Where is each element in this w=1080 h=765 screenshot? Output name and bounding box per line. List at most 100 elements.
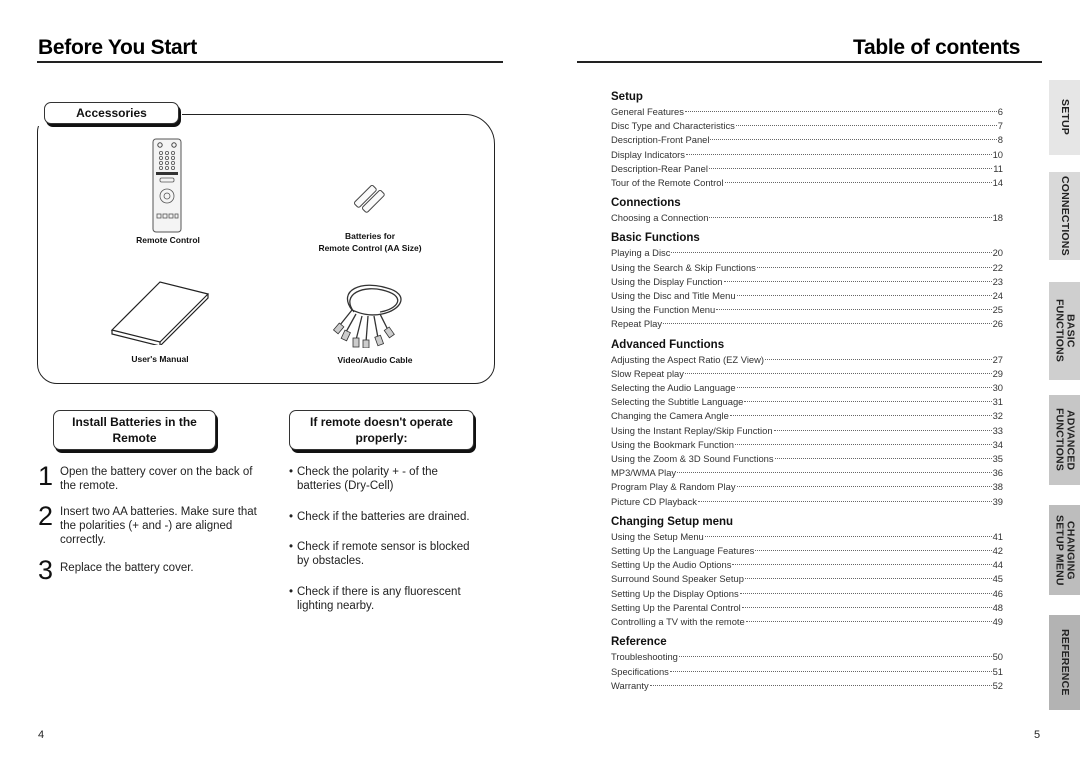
toc-entry[interactable]: Playing a Disc 20 xyxy=(611,246,1003,260)
dot-leader xyxy=(716,309,992,311)
toc-entry-title: Controlling a TV with the remote xyxy=(611,616,745,628)
toc-entry-title: Using the Disc and Title Menu xyxy=(611,290,736,302)
toc-entry[interactable]: Controlling a TV with the remote 49 xyxy=(611,615,1003,629)
toc-entry-page: 22 xyxy=(992,261,1003,273)
toc-entry[interactable]: Using the Search & Skip Functions 22 xyxy=(611,261,1003,275)
toc-section-title: Changing Setup menu xyxy=(611,515,734,528)
toc-entry-title: Description-Front Panel xyxy=(611,134,710,146)
batteries-label-line2: Remote Control (AA Size) xyxy=(318,243,422,253)
toc-entry-page: 35 xyxy=(992,453,1003,465)
dot-leader xyxy=(734,443,992,445)
toc-entry-title: Display Indicators xyxy=(611,148,685,160)
toc-entry-title: Setting Up the Language Features xyxy=(611,545,755,557)
toc-entry[interactable]: Display Indicators 10 xyxy=(611,148,1003,162)
toc-entry[interactable]: Using the Display Function 23 xyxy=(611,275,1003,289)
toc-entry-page: 24 xyxy=(992,290,1003,302)
toc-entry[interactable]: Using the Zoom & 3D Sound Functions 35 xyxy=(611,452,1003,466)
toc-entry[interactable]: Adjusting the Aspect Ratio (EZ View) 27 xyxy=(611,353,1003,367)
bullet-line: Check if the batteries are drained. xyxy=(297,511,470,523)
batteries-icon xyxy=(350,183,390,220)
step-number: 1 xyxy=(38,461,54,491)
step-line: correctly. xyxy=(60,534,106,546)
page-title-right: Table of contents xyxy=(853,36,1021,59)
toc-entry-title: Setting Up the Parental Control xyxy=(611,601,741,613)
toc-entry-page: 41 xyxy=(992,530,1003,542)
dot-leader xyxy=(684,111,997,112)
dot-leader xyxy=(669,670,992,672)
toc-entry[interactable]: Slow Repeat play 29 xyxy=(611,367,1003,381)
toc-entry-page: 26 xyxy=(992,318,1003,330)
bullet-line: Check if remote sensor is blocked xyxy=(297,541,470,553)
toc-entry[interactable]: MP3/WMA Play 36 xyxy=(611,466,1003,480)
toc-entry[interactable]: Using the Function Menu 25 xyxy=(611,303,1003,317)
toc-entry[interactable]: Selecting the Audio Language 30 xyxy=(611,381,1003,395)
toc-entry[interactable]: Using the Instant Replay/Skip Function 33 xyxy=(611,424,1003,438)
toc-section: Basic Functions Playing a Disc 20 Using the… xyxy=(611,231,1003,331)
toc-entry[interactable]: Setting Up the Parental Control 48 xyxy=(611,601,1003,615)
toc-entry-title: Using the Bookmark Function xyxy=(611,438,734,450)
toc-entry-title: Surround Sound Speaker Setup xyxy=(611,573,744,585)
toc-entry-page: 7 xyxy=(997,120,1003,132)
toc-entry[interactable]: Description-Rear Panel 11 xyxy=(611,162,1003,176)
toc-entry-title: Choosing a Connection xyxy=(611,212,709,224)
install-batteries-heading: Install Batteries in the Remote xyxy=(53,410,216,450)
toc-entry[interactable]: Tour of the Remote Control 14 xyxy=(611,176,1003,190)
bullet-text: Check the polarity + - of the batteries … xyxy=(297,465,438,493)
toc-entry-title: MP3/WMA Play xyxy=(611,467,677,479)
side-tab-label: SETUP xyxy=(1059,99,1071,136)
toc-entry[interactable]: Setting Up the Language Features 42 xyxy=(611,544,1003,558)
step-line: the polarities (+ and -) are aligned xyxy=(60,520,233,532)
dot-leader xyxy=(677,472,992,474)
toc-entry[interactable]: Specifications 51 xyxy=(611,665,1003,679)
toc-entry[interactable]: Using the Setup Menu 41 xyxy=(611,530,1003,544)
remote-control-icon xyxy=(152,138,182,238)
toc-entry[interactable]: Setting Up the Audio Options 44 xyxy=(611,558,1003,572)
step-text: Open the battery cover on the back of th… xyxy=(60,465,252,493)
toc-entry[interactable]: Warranty 52 xyxy=(611,679,1003,693)
cable-icon xyxy=(332,280,412,353)
batteries-label: Batteries for Remote Control (AA Size) xyxy=(300,230,440,254)
toc-entry[interactable]: Choosing a Connection 18 xyxy=(611,211,1003,225)
toc-entry-title: Tour of the Remote Control xyxy=(611,177,724,189)
toc-entry[interactable]: Selecting the Subtitle Language 31 xyxy=(611,395,1003,409)
dot-leader xyxy=(736,387,992,389)
toc-entry[interactable]: Using the Disc and Title Menu 24 xyxy=(611,289,1003,303)
dot-leader xyxy=(686,153,992,155)
toc-entry[interactable]: Setting Up the Display Options 46 xyxy=(611,587,1003,601)
toc-entry[interactable]: General Features 6 xyxy=(611,105,1003,119)
toc-entry[interactable]: Picture CD Playback 39 xyxy=(611,495,1003,509)
manual-icon xyxy=(110,280,210,350)
toc-entry-page: 23 xyxy=(992,275,1003,287)
side-tab-connections[interactable]: CONNECTIONS xyxy=(1049,172,1080,260)
toc-entry[interactable]: Troubleshooting 50 xyxy=(611,650,1003,664)
toc-section-title: Reference xyxy=(611,636,667,649)
step-line: the remote. xyxy=(60,480,119,492)
toc-entry-page: 10 xyxy=(992,148,1003,160)
toc-entry[interactable]: Changing the Camera Angle 32 xyxy=(611,409,1003,423)
toc-entry[interactable]: Surround Sound Speaker Setup 45 xyxy=(611,572,1003,586)
dot-leader xyxy=(736,486,992,488)
side-tab-advanced-functions[interactable]: ADVANCED FUNCTIONS xyxy=(1049,395,1080,485)
toc-entry[interactable]: Using the Bookmark Function 34 xyxy=(611,438,1003,452)
side-tab-setup[interactable]: SETUP xyxy=(1049,80,1080,155)
toc-entry-page: 34 xyxy=(992,438,1003,450)
side-tab-basic-functions[interactable]: BASIC FUNCTIONS xyxy=(1049,282,1080,380)
step-number: 2 xyxy=(38,501,54,531)
cable-label: Video/Audio Cable xyxy=(337,355,413,365)
toc-entry[interactable]: Description-Front Panel 8 xyxy=(611,133,1003,147)
dot-leader xyxy=(739,592,992,594)
step-line: Insert two AA batteries. Make sure that xyxy=(60,506,257,518)
toc-entry-title: Playing a Disc xyxy=(611,247,671,259)
toc-section: Reference Troubleshooting 50 Specifications… xyxy=(611,635,1003,693)
side-tab-reference[interactable]: REFERENCE xyxy=(1049,615,1080,710)
page-title-left: Before You Start xyxy=(38,36,197,59)
toc-entry[interactable]: Disc Type and Characteristics 7 xyxy=(611,119,1003,133)
dot-leader xyxy=(774,458,992,460)
troubleshoot-heading-line2: properly: xyxy=(355,431,408,445)
dot-leader xyxy=(678,656,992,658)
toc-entry[interactable]: Repeat Play 26 xyxy=(611,317,1003,331)
dot-leader xyxy=(736,295,992,297)
troubleshoot-heading-line1: If remote doesn't operate xyxy=(310,415,453,429)
toc-entry[interactable]: Program Play & Random Play 38 xyxy=(611,480,1003,494)
side-tab-changing-setup-menu[interactable]: CHANGING SETUP MENU xyxy=(1049,505,1080,595)
